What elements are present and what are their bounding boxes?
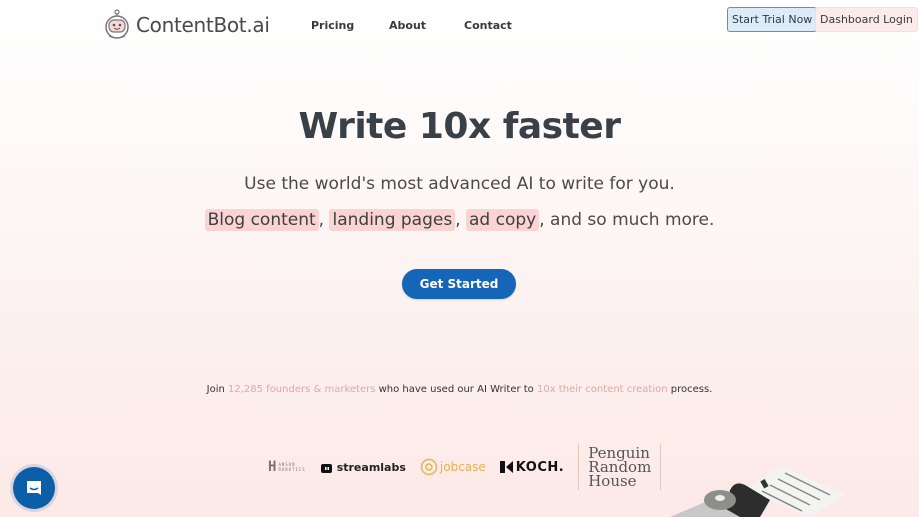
nav-link-pricing[interactable]: Pricing: [311, 19, 354, 32]
typewriter-illustration: [670, 465, 845, 517]
social-proof-text: Join 12,285 founders & marketers who hav…: [0, 384, 919, 395]
chat-widget-button[interactable]: [13, 467, 55, 509]
koch-text: KOCH.: [515, 459, 565, 475]
brand-name: ContentBot.ai: [136, 13, 270, 37]
robot-icon: [105, 9, 129, 39]
hero-use-cases: Blog content, landing pages, ad copy, an…: [0, 209, 919, 231]
join-prefix: Join: [206, 384, 228, 395]
nav-link-contact[interactable]: Contact: [464, 19, 512, 32]
logo-penguin-random-house: Penguin Random House: [578, 444, 662, 490]
get-started-button[interactable]: Get Started: [402, 269, 516, 299]
dashboard-login-button[interactable]: Dashboard Login: [815, 7, 918, 32]
separator: ,: [318, 210, 325, 230]
hanson-text: ANSON ROBOTICS: [278, 462, 305, 472]
user-count: 12,285 founders & marketers: [228, 384, 376, 395]
separator: ,: [455, 210, 461, 230]
brand-logo[interactable]: ContentBot.ai: [103, 9, 270, 41]
chat-icon: [27, 481, 41, 495]
join-suffix: process.: [667, 384, 713, 395]
hanson-line2: ROBOTICS: [278, 467, 306, 472]
at-sign-icon: [420, 458, 438, 476]
hero-title: Write 10x faster: [298, 106, 621, 147]
highlight-landing-pages: landing pages: [329, 209, 456, 231]
streamlabs-text: streamlabs: [336, 460, 406, 474]
customer-logos: H ANSON ROBOTICS streamlabs jobcase KOCH.…: [268, 444, 662, 490]
highlight-blog-content: Blog content: [204, 209, 319, 231]
highlight-ad-copy: ad copy: [466, 209, 540, 231]
hero-subtitle: Use the world's most advanced AI to writ…: [244, 174, 675, 194]
hanson-mark: H: [268, 459, 277, 475]
nav-link-about[interactable]: About: [389, 19, 426, 32]
benefit-text: 10x their content creation: [536, 384, 668, 395]
join-middle: who have used our AI Writer to: [375, 384, 537, 395]
start-trial-button[interactable]: Start Trial Now: [727, 7, 818, 32]
logo-koch: KOCH.: [499, 459, 565, 475]
logo-jobcase: jobcase: [420, 458, 486, 476]
jobcase-text: jobcase: [439, 460, 486, 474]
logo-hanson-robotics: H ANSON ROBOTICS: [268, 459, 306, 475]
logo-streamlabs: streamlabs: [320, 461, 406, 474]
streamlabs-icon: [320, 464, 332, 473]
penguin-line3: House: [588, 472, 637, 490]
top-nav: ContentBot.ai Pricing About Contact Star…: [0, 0, 919, 52]
use-cases-tail: , and so much more.: [539, 210, 715, 230]
koch-icon: [499, 461, 513, 473]
